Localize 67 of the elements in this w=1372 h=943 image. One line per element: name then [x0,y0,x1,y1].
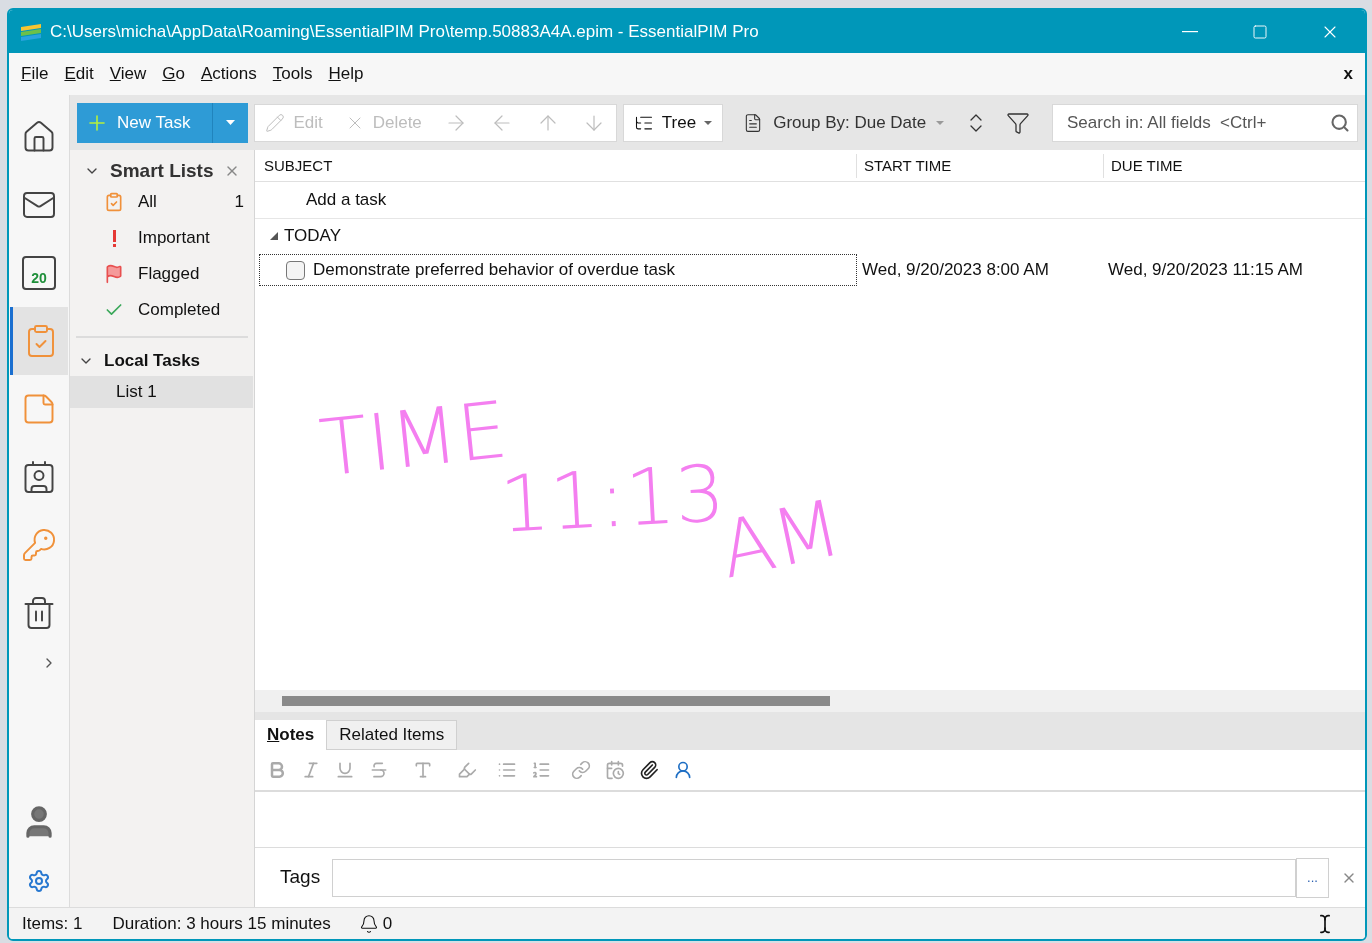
exclamation-icon [112,229,116,247]
section-title: Local Tasks [104,350,201,373]
bullet-list-icon[interactable] [497,760,517,780]
key-icon [21,527,57,563]
tags-browse-button[interactable]: ... [1296,857,1329,898]
expand-triangle-icon[interactable] [270,232,278,240]
column-header[interactable]: START TIME [856,153,1103,178]
bell-icon [358,913,379,934]
task-list-item[interactable]: List 1 [70,376,253,408]
tasks-module-button[interactable] [10,307,68,375]
section-title: Smart Lists [110,158,214,183]
smart-list-item[interactable]: Completed [70,292,254,328]
duration-text: Duration: 3 hours 15 minutes [112,912,331,935]
group-title: TODAY [284,225,341,248]
menu-item[interactable]: View [109,61,147,87]
smart-list-item[interactable]: Important [70,220,254,256]
caret-icon [704,120,713,125]
calendar-clock-icon[interactable] [605,760,625,780]
menu-item[interactable]: File [21,61,49,87]
italic-icon[interactable] [301,760,321,780]
notes-tab[interactable]: Notes [255,720,327,750]
font-color-icon[interactable] [413,760,433,780]
calendar-icon: 20 [22,256,56,290]
search-icon[interactable] [1330,112,1350,133]
smart-list-item[interactable]: Flagged [70,256,254,292]
window-title: C:\Users\micha\AppData\Roaming\EssentialPIM Pro\temp.50883A4A.epim - EssentialPIM Pro [50,20,759,43]
menu-item[interactable]: Help [328,61,364,87]
items-count: Items: 1 [22,912,83,935]
task-subject-cell[interactable]: Demonstrate preferred behavior of overdue task [259,254,857,286]
settings-icon[interactable] [27,869,51,893]
calendar-module-button[interactable]: 20 [10,239,68,307]
clipboard-check-icon [104,192,124,212]
menu-item[interactable]: Tools [272,61,313,87]
due-time-cell-text: Wed, 9/20/2023 11:15 AM [1107,259,1303,282]
tree-view-button[interactable]: Tree [622,103,724,142]
filter-icon[interactable] [1006,110,1031,135]
menu-item[interactable]: Go [162,61,185,87]
start-time-cell-text: Wed, 9/20/2023 8:00 AM [861,259,1050,282]
reminders-count: 0 [382,912,393,935]
caret-icon [226,120,236,125]
add-task-field[interactable]: Add a task [255,182,1365,219]
notes-tab[interactable]: Related Items [326,720,458,750]
smart-list-item[interactable]: All 1 [70,184,254,220]
minimize-icon [1182,30,1198,33]
numbered-list-icon[interactable] [531,760,551,780]
paperclip-icon[interactable] [639,760,659,780]
app-logo-icon [19,22,43,41]
horizontal-scrollbar-thumb[interactable] [282,696,830,706]
underline-icon[interactable] [335,760,355,780]
highlighter-icon[interactable] [457,760,477,780]
tags-label: Tags [280,865,321,890]
caret-icon [936,120,945,125]
link-icon[interactable] [571,760,591,780]
column-header[interactable]: SUBJECT [255,153,856,178]
strikethrough-icon[interactable] [369,760,389,780]
flag-icon [104,264,124,284]
group-by-button[interactable]: Group By: Due Date [729,103,959,142]
column-header[interactable]: DUE TIME [1103,153,1365,178]
menu-item[interactable]: Edit [64,61,94,87]
close-document-button[interactable]: x [1343,61,1353,87]
new-task-dropdown-button[interactable] [212,102,249,143]
tags-field[interactable] [332,858,1296,897]
search-field[interactable]: Search in: All fields <Ctrl+ [1052,103,1358,142]
menu-item[interactable]: Actions [201,61,257,87]
task-checkbox[interactable] [286,260,305,280]
maximize-icon [1252,23,1268,40]
pencil-icon [265,112,286,133]
